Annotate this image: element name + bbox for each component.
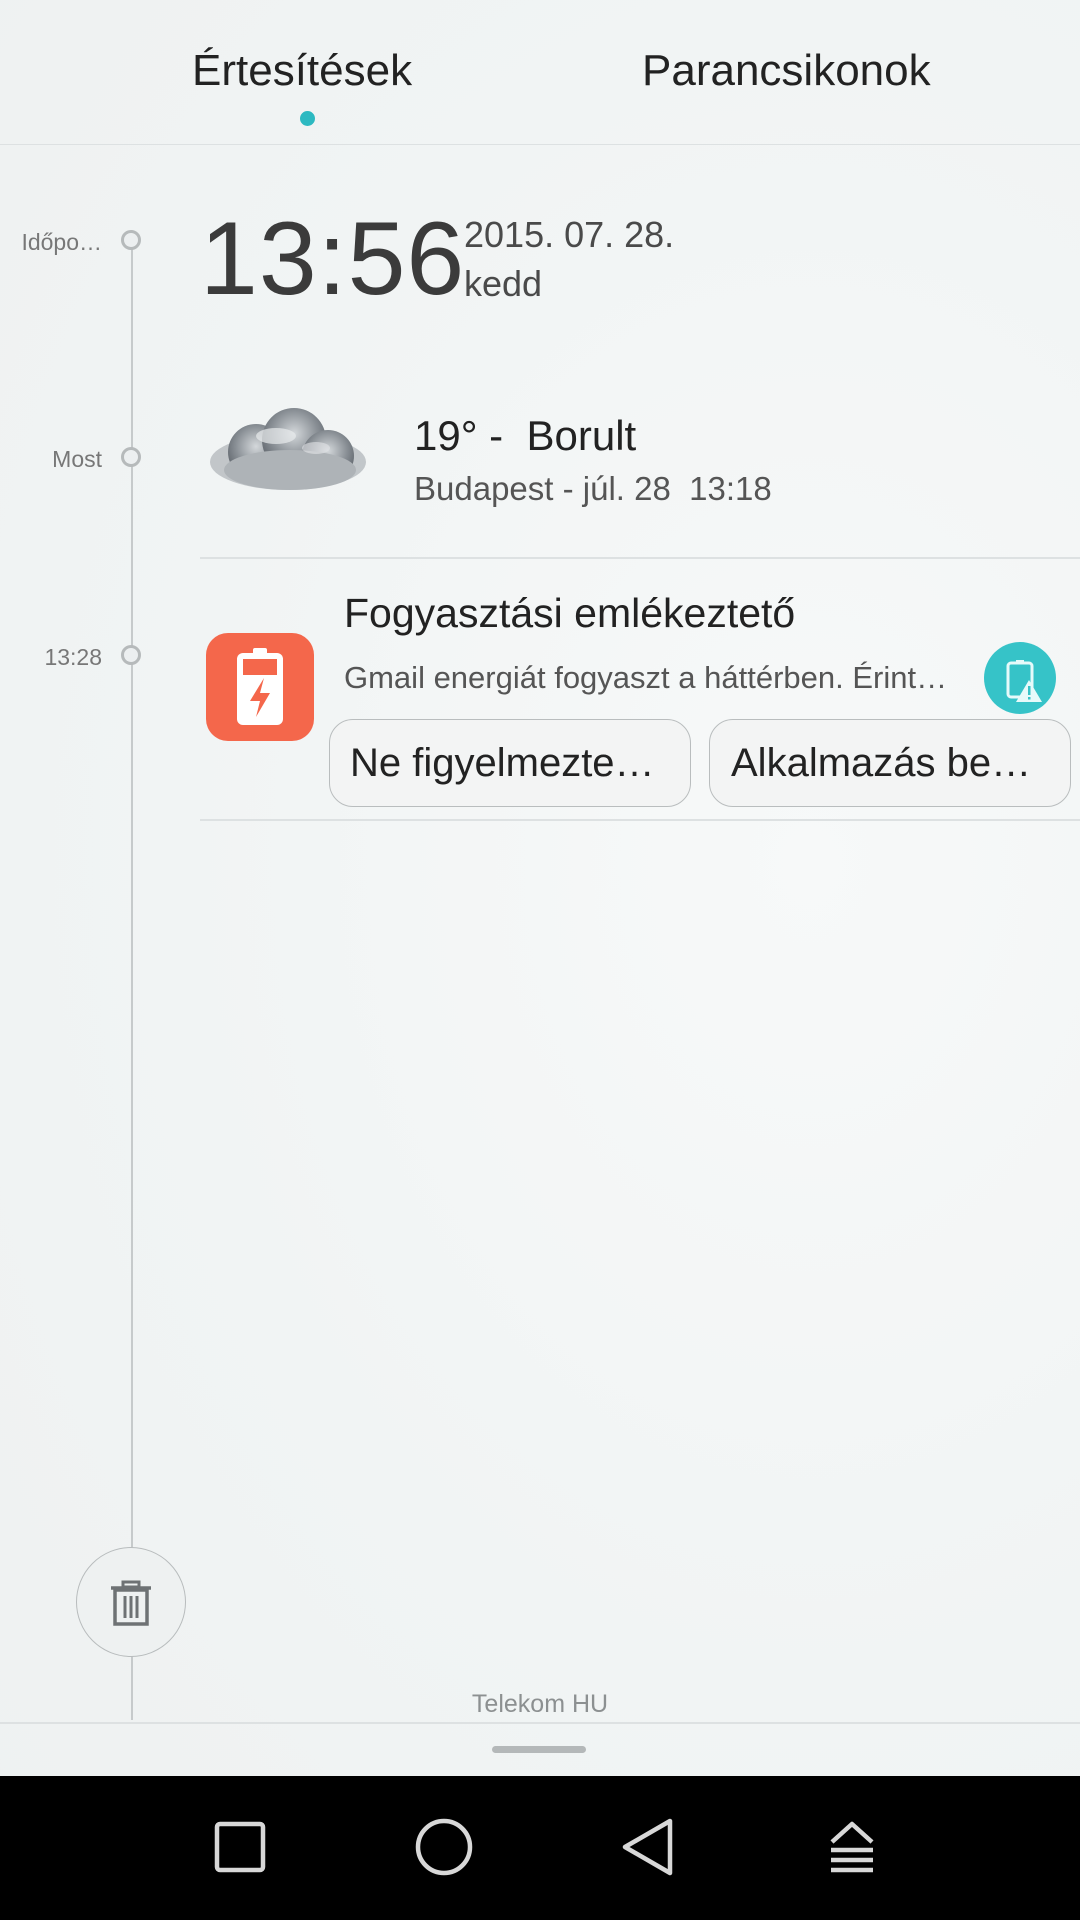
timeline-dot bbox=[121, 230, 141, 250]
weekday-text: kedd bbox=[464, 263, 543, 304]
clear-all-button[interactable] bbox=[76, 1547, 186, 1657]
recents-icon[interactable] bbox=[195, 1802, 285, 1892]
divider bbox=[200, 819, 1080, 821]
battery-warning-icon[interactable] bbox=[984, 642, 1056, 714]
active-tab-indicator bbox=[300, 111, 315, 126]
notification-text[interactable]: Gmail energiát fogyaszt a háttérben. Éri… bbox=[344, 660, 956, 696]
weather-temperature[interactable]: 19° - Borult bbox=[414, 412, 636, 460]
navigation-bar bbox=[0, 1776, 1080, 1920]
tab-shortcuts[interactable]: Parancsikonok bbox=[642, 46, 931, 96]
app-settings-button[interactable]: Alkalmazás be… bbox=[709, 719, 1071, 807]
clock-time[interactable]: 13:56 bbox=[200, 200, 465, 319]
back-icon[interactable] bbox=[603, 1802, 693, 1892]
timeline-label-notification-time: 13:28 bbox=[44, 644, 102, 670]
timeline-dot bbox=[121, 645, 141, 665]
timeline-label-now: Most bbox=[52, 446, 102, 472]
divider bbox=[200, 557, 1080, 559]
tab-notifications[interactable]: Értesítések bbox=[192, 46, 412, 96]
notification-title[interactable]: Fogyasztási emlékeztető bbox=[344, 590, 795, 637]
carrier-name: Telekom HU bbox=[471, 1690, 609, 1718]
trash-icon bbox=[111, 1580, 151, 1626]
clock-date[interactable]: 2015. 07. 28. kedd bbox=[464, 210, 674, 308]
timeline-label-time: Időpo… bbox=[21, 229, 102, 255]
home-icon[interactable] bbox=[399, 1802, 489, 1892]
cloud-icon[interactable] bbox=[206, 400, 370, 500]
date-text: 2015. 07. 28. bbox=[464, 214, 675, 255]
weather-location[interactable]: Budapest - júl. 28 13:18 bbox=[414, 470, 772, 508]
battery-icon[interactable] bbox=[206, 633, 314, 741]
dont-warn-button[interactable]: Ne figyelmezte… bbox=[329, 719, 691, 807]
timeline-dot bbox=[121, 447, 141, 467]
drag-handle[interactable] bbox=[492, 1746, 586, 1753]
pull-up-icon[interactable] bbox=[807, 1802, 897, 1892]
divider bbox=[0, 1722, 1080, 1724]
tab-bar: Értesítések Parancsikonok bbox=[0, 0, 1080, 145]
